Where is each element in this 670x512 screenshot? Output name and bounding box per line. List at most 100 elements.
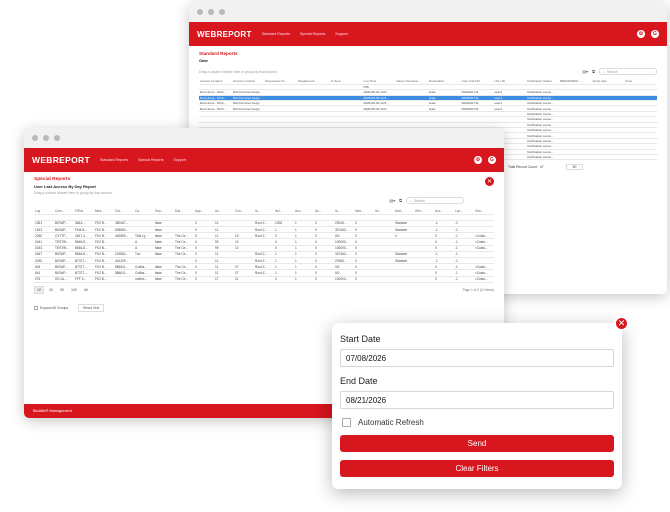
window-dot-icon[interactable]	[197, 9, 203, 15]
table-cell	[394, 276, 414, 283]
start-date-label: Start Date	[340, 334, 381, 344]
filter-icon[interactable]: ⧉	[399, 198, 402, 203]
table-cell: 0	[434, 276, 454, 283]
close-icon[interactable]: ✕	[614, 316, 629, 331]
gear-icon[interactable]: ⚙	[637, 30, 645, 38]
table-cell: Verification succe...	[526, 111, 559, 118]
table-cell	[374, 276, 394, 283]
table-cell: Verification succe...	[526, 122, 559, 129]
table-cell	[414, 276, 434, 283]
table-cell: 0	[194, 276, 214, 283]
table-cell	[624, 154, 657, 161]
nav-special-reports[interactable]: Special Reports	[138, 158, 163, 162]
automatic-refresh-checkbox[interactable]	[342, 418, 351, 427]
nav-support[interactable]: Support	[335, 32, 348, 36]
nav-special-reports[interactable]: Special Reports	[300, 32, 325, 36]
search-input[interactable]: ⌕ Search	[406, 197, 464, 204]
table-cell: Verification succe...	[526, 149, 559, 156]
search-icon: ⌕	[410, 198, 412, 203]
table-cell	[558, 154, 592, 161]
user-icon[interactable]: G	[488, 156, 496, 164]
export-icon[interactable]: ▤▾	[389, 198, 395, 203]
group-hint: Drag a column header here to group by th…	[199, 69, 277, 74]
table-cell: undine...	[134, 276, 154, 283]
table-cell	[254, 276, 274, 283]
table-cell: 17	[214, 276, 234, 283]
front-content: ✕ Special Reports User Last Access By Da…	[24, 172, 504, 317]
window-dot-icon[interactable]	[32, 135, 38, 141]
table-cell: 09-CA...	[54, 276, 74, 283]
window-dot-icon[interactable]	[54, 135, 60, 141]
send-button[interactable]: Send	[340, 435, 614, 452]
user-icon[interactable]: G	[651, 30, 659, 38]
expand-groups-toggle[interactable]: Expand All Groups	[34, 305, 68, 310]
search-icon: ⌕	[603, 69, 605, 74]
table-cell: false	[154, 276, 174, 283]
automatic-refresh-toggle[interactable]: Automatic Refresh	[342, 418, 614, 427]
reset-grid-button[interactable]: Reset Grid	[78, 303, 105, 312]
page-size-10[interactable]: 10	[34, 285, 44, 294]
table-cell: 100000...	[334, 276, 354, 283]
close-icon[interactable]: ✕	[485, 177, 494, 186]
automatic-refresh-label: Automatic Refresh	[358, 418, 424, 427]
table-cell: Verification succe...	[526, 132, 559, 139]
table-cell: N/A Personel Geçiş	[231, 100, 265, 107]
filter-panel: ✕ Start Date 07/08/2026 End Date 08/21/2…	[332, 316, 629, 489]
gear-icon[interactable]: ⚙	[474, 156, 482, 164]
export-icon[interactable]: ▤▾	[582, 69, 588, 74]
table-cell: Verification succe...	[526, 138, 559, 145]
window-chrome	[189, 2, 667, 22]
window-dot-icon[interactable]	[43, 135, 49, 141]
table-cell: <Custo...	[474, 276, 494, 283]
page-size-100[interactable]: 100	[69, 287, 79, 293]
main-nav: Standard Reports Special Reports Support	[100, 158, 186, 162]
table-cell: N/A Personel Geçiş	[231, 95, 265, 102]
nav-support[interactable]: Support	[174, 158, 187, 162]
checkbox[interactable]	[34, 305, 38, 310]
group-hint: Drag a column header here to group by th…	[34, 191, 112, 195]
table-cell: 276	[34, 276, 54, 283]
front-data-table: Log Com... FRNo Mea... Cla... Ca... Dep... Dat.…	[34, 208, 494, 283]
table-cell: 0	[274, 276, 294, 283]
end-date-input[interactable]: 08/21/2026	[340, 391, 614, 409]
window-chrome	[24, 128, 504, 148]
table-cell: FK2 B...	[94, 276, 114, 283]
table-cell: Verification succe...	[526, 105, 559, 112]
page-size-all[interactable]: All	[82, 287, 90, 293]
pager: 10 20 50 100 All Page 1 of 2 (10 items)	[34, 285, 494, 294]
table-cell: The Ce...	[174, 276, 194, 283]
page-title: Standard Reports	[199, 51, 238, 56]
page-subtitle: Gate	[199, 58, 208, 63]
table-cell: N/A Personel Geçiş	[231, 89, 265, 96]
start-date-input[interactable]: 07/08/2026	[340, 349, 614, 367]
table-cell: N/A Personel Geçiş	[231, 105, 265, 112]
logo: WEBREPORT	[197, 29, 252, 39]
app-header: WEBREPORT Standard Reports Special Repor…	[189, 22, 667, 46]
page-subtitle: User Last Access By Day Report	[34, 184, 96, 189]
total-record-count: Total Record Count : 47	[508, 165, 544, 170]
table-cell	[591, 154, 625, 161]
search-input[interactable]: ⌕ Search	[599, 68, 657, 75]
table-cell: 1	[294, 276, 314, 283]
page-size-50[interactable]: 50	[58, 287, 66, 293]
nav-standard-reports[interactable]: Standard Reports	[100, 158, 128, 162]
table-cell: -1	[454, 276, 474, 283]
main-nav: Standard Reports Special Reports Support	[262, 32, 348, 36]
window-dot-icon[interactable]	[219, 9, 225, 15]
table-cell: 0	[314, 276, 334, 283]
clear-filters-button[interactable]: Clear Filters	[340, 460, 614, 477]
table-cell: FFF 4...	[74, 276, 94, 283]
table-cell	[114, 276, 134, 283]
table-row[interactable]: 276 09-CA... FFF 4... FK2 B... undine... fals…	[34, 276, 494, 283]
page-size-select[interactable]: 50	[565, 164, 584, 171]
page-size-20[interactable]: 20	[47, 287, 55, 293]
end-date-label: End Date	[340, 376, 378, 386]
page-info: Page 1 of 2 (10 items)	[462, 287, 494, 292]
window-dot-icon[interactable]	[208, 9, 214, 15]
logo: WEBREPORT	[32, 155, 90, 165]
table-cell: 11	[234, 276, 254, 283]
table-cell: 0	[354, 276, 374, 283]
nav-standard-reports[interactable]: Standard Reports	[262, 32, 290, 36]
filter-icon[interactable]: ⧉	[592, 69, 595, 74]
app-header: WEBREPORT Standard Reports Special Repor…	[24, 148, 504, 172]
